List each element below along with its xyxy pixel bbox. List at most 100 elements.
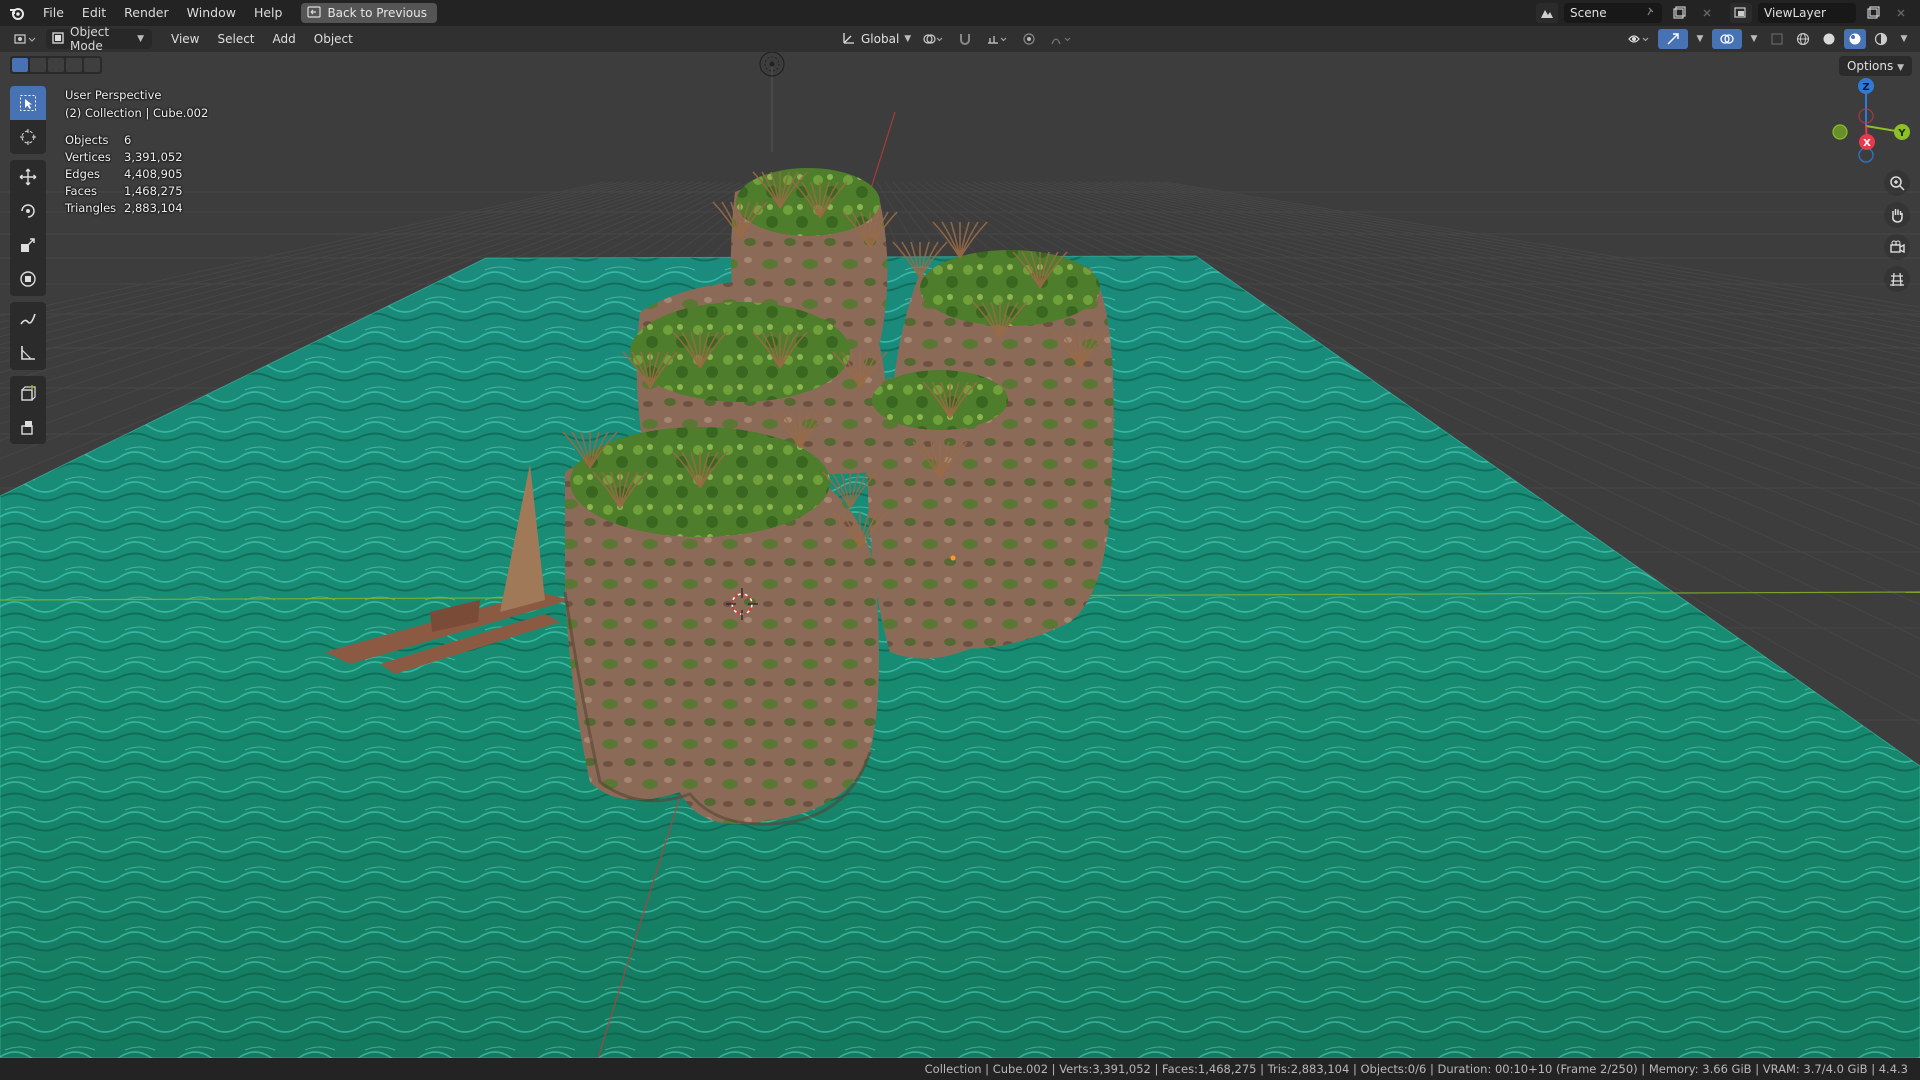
view-layer-name: ViewLayer [1764, 6, 1826, 20]
scale-tool[interactable] [10, 228, 46, 262]
delete-view-layer-icon[interactable] [1890, 3, 1912, 23]
status-text: Collection | Cube.002 | Verts:3,391,052 … [924, 1062, 1908, 1076]
menu-render[interactable]: Render [115, 0, 178, 26]
scene-browse-icon[interactable] [1536, 3, 1558, 23]
scene-statistics: Objects 6 Vertices 3,391,052 Edges 4,408,90… [65, 132, 208, 217]
solid-shading-icon[interactable] [1818, 29, 1840, 49]
transform-icon [20, 271, 36, 287]
top-bar: File Edit Render Window Help Back to Pre… [0, 0, 1920, 26]
stat-label: Faces [65, 184, 97, 198]
new-scene-icon[interactable] [1668, 3, 1690, 23]
overlays-toggle-icon[interactable] [1712, 29, 1742, 49]
snap-toggle-icon[interactable] [954, 29, 976, 49]
menu-edit[interactable]: Edit [73, 0, 115, 26]
3d-viewport[interactable]: Options ▼ User Perspective (2) Collectio… [0, 52, 1920, 1058]
navigation-gizmo[interactable]: Z Y X [1824, 70, 1910, 170]
active-object-context: (2) Collection | Cube.002 [65, 106, 209, 120]
orthographic-grid-icon[interactable] [1884, 266, 1910, 292]
proportional-editing-icon[interactable] [1018, 29, 1040, 49]
measure-icon [21, 346, 35, 360]
select-subtract-icon[interactable] [48, 58, 64, 72]
view-layer-browse-icon[interactable] [1730, 3, 1752, 23]
pivot-point-icon[interactable] [918, 29, 948, 49]
select-box-tool[interactable] [10, 86, 46, 120]
cursor-icon [20, 129, 36, 145]
camera-view-icon[interactable] [1884, 234, 1910, 260]
menu-add[interactable]: Add [264, 32, 305, 46]
falloff-icon[interactable] [1046, 29, 1076, 49]
annotate-tool[interactable] [10, 302, 46, 336]
chevron-down-icon[interactable]: ▼ [1746, 29, 1762, 49]
snap-target-icon[interactable] [982, 29, 1012, 49]
status-bar: Collection | Cube.002 | Verts:3,391,052 … [0, 1058, 1920, 1080]
pan-hand-icon[interactable] [1884, 202, 1910, 228]
menu-window[interactable]: Window [178, 0, 245, 26]
y-axis-label: Y [1897, 128, 1906, 139]
menu-object[interactable]: Object [305, 32, 362, 46]
perspective-label: User Perspective [65, 88, 162, 102]
stat-row: Edges 4,408,905 [65, 166, 208, 183]
add-cube-icon [21, 385, 36, 401]
stat-value: 6 [124, 133, 132, 147]
z-axis-label: Z [1862, 82, 1869, 93]
visibility-icon[interactable] [1624, 29, 1654, 49]
navigation-buttons [1884, 170, 1910, 292]
pin-icon[interactable] [1646, 6, 1656, 20]
scene-render [0, 52, 1920, 1058]
scale-icon [21, 238, 35, 252]
chevron-down-icon[interactable]: ▼ [1896, 29, 1912, 49]
menu-select[interactable]: Select [208, 32, 263, 46]
xray-toggle-icon[interactable] [1766, 29, 1788, 49]
menu-help[interactable]: Help [245, 0, 292, 26]
select-extend-icon[interactable] [30, 58, 46, 72]
wireframe-shading-icon[interactable] [1792, 29, 1814, 49]
select-intersect-icon[interactable] [84, 58, 100, 72]
scene-name-field[interactable]: Scene [1564, 3, 1662, 23]
transform-tool[interactable] [10, 262, 46, 296]
add-cube-tool[interactable] [10, 376, 46, 410]
annotate-icon [20, 313, 36, 325]
object-mode-label: Object Mode [70, 25, 110, 53]
transform-orientation-dropdown[interactable]: Global ▼ [836, 29, 912, 49]
measure-tool[interactable] [10, 336, 46, 370]
stat-value: 3,391,052 [124, 150, 183, 164]
select-invert-icon[interactable] [66, 58, 82, 72]
stat-value: 1,468,275 [124, 184, 183, 198]
menu-view[interactable]: View [162, 32, 208, 46]
object-mode-icon [52, 31, 64, 47]
stat-label: Objects [65, 133, 109, 147]
gizmo-toggle-icon[interactable] [1658, 29, 1688, 49]
menu-file[interactable]: File [34, 0, 73, 26]
rendered-shading-icon[interactable] [1870, 29, 1892, 49]
cursor-tool[interactable] [10, 120, 46, 154]
extrude-tool[interactable] [10, 410, 46, 444]
chevron-down-icon[interactable]: ▼ [1692, 29, 1708, 49]
new-view-layer-icon[interactable] [1862, 3, 1884, 23]
scene-name: Scene [1570, 6, 1607, 20]
chevron-down-icon: ▼ [904, 34, 912, 44]
stat-label: Vertices [65, 150, 111, 164]
view-layer-field[interactable]: ViewLayer [1758, 3, 1856, 23]
delete-scene-icon[interactable] [1696, 3, 1718, 23]
tool-shelf [9, 86, 47, 444]
screen-back-icon [307, 5, 322, 21]
select-new-icon[interactable] [12, 58, 28, 72]
chevron-down-icon: ▼ [137, 34, 144, 44]
material-preview-shading-icon[interactable] [1844, 29, 1866, 49]
rotate-icon [21, 204, 35, 218]
stat-value: 2,883,104 [124, 201, 183, 215]
negative-z-handle [1858, 147, 1874, 163]
viewport-text-overlay: User Perspective (2) Collection | Cube.0… [65, 86, 208, 217]
blender-logo-icon[interactable] [0, 0, 34, 26]
stat-row: Objects 6 [65, 132, 208, 149]
back-to-previous-button[interactable]: Back to Previous [301, 3, 437, 23]
rotate-tool[interactable] [10, 194, 46, 228]
x-axis-label: X [1863, 138, 1871, 149]
object-mode-dropdown[interactable]: Object Mode ▼ [46, 25, 152, 53]
move-icon [19, 168, 37, 186]
move-tool[interactable] [10, 160, 46, 194]
editor-type-icon[interactable] [10, 29, 40, 49]
select-box-icon [20, 95, 36, 111]
zoom-icon[interactable] [1884, 170, 1910, 196]
stat-label: Edges [65, 167, 100, 181]
